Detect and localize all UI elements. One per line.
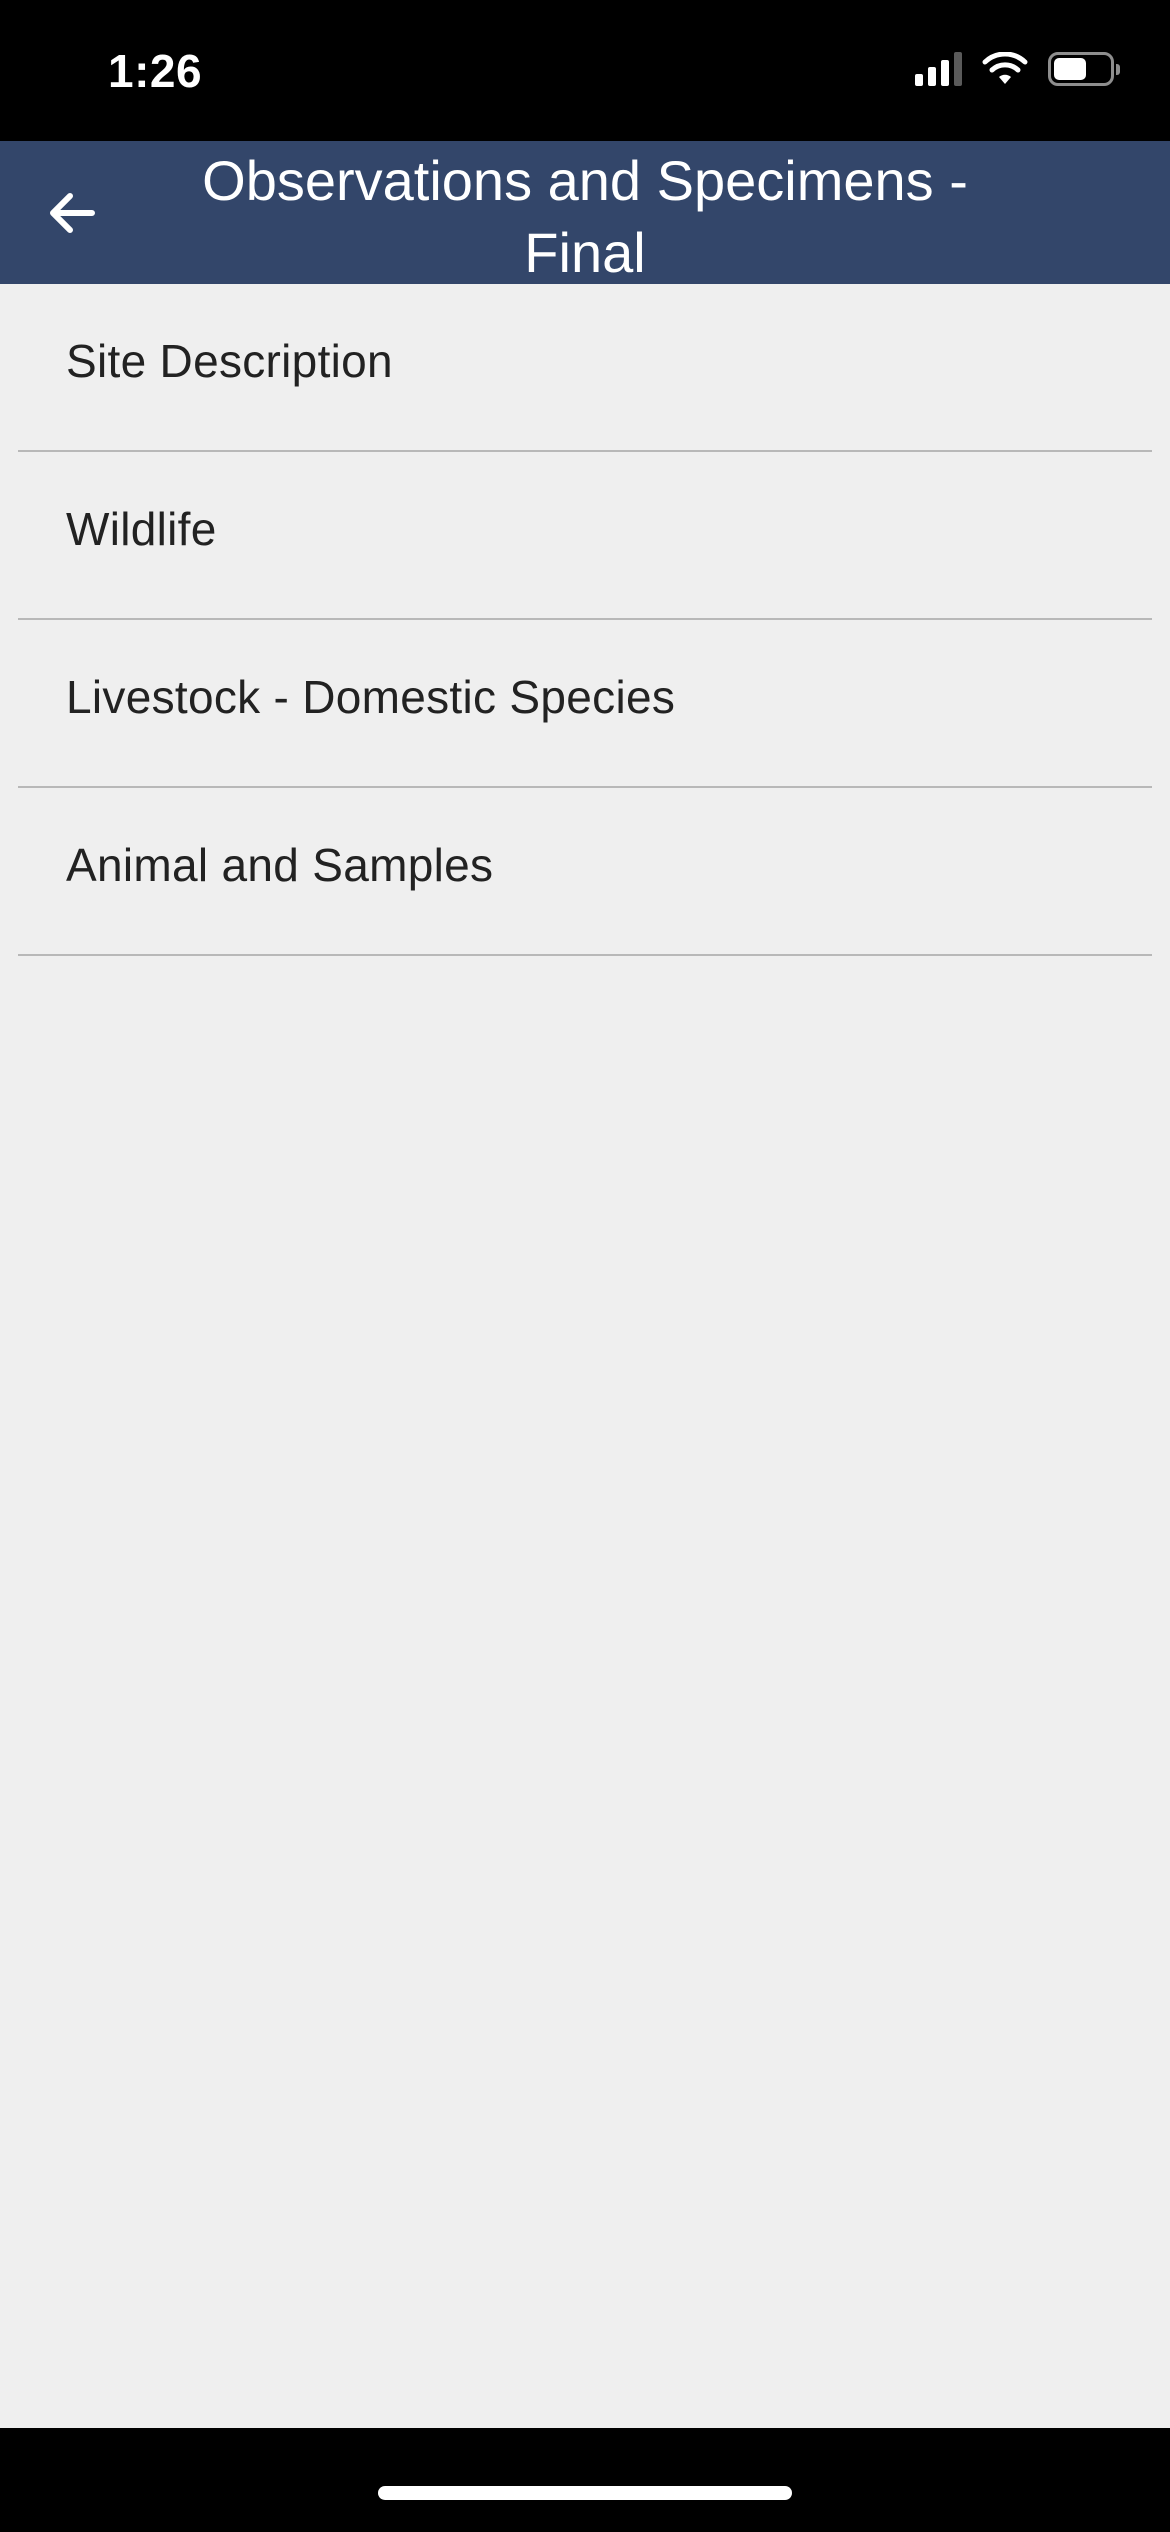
status-time: 1:26 <box>108 45 203 97</box>
section-list: Site Description Wildlife Livestock - Do… <box>0 284 1170 956</box>
home-indicator[interactable] <box>378 2486 792 2500</box>
list-item-livestock[interactable]: Livestock - Domestic Species <box>18 620 1152 788</box>
list-item-label: Animal and Samples <box>66 839 494 891</box>
status-bar: 1:26 <box>0 0 1170 141</box>
list-item-label: Livestock - Domestic Species <box>66 671 676 723</box>
list-item-wildlife[interactable]: Wildlife <box>18 452 1152 620</box>
status-icons <box>915 52 1120 86</box>
app-header: Observations and Specimens - Final <box>0 141 1170 284</box>
list-item-site-description[interactable]: Site Description <box>18 284 1152 452</box>
list-item-label: Site Description <box>66 335 393 387</box>
cellular-signal-icon <box>915 52 962 86</box>
battery-icon <box>1048 52 1120 86</box>
arrow-left-icon <box>50 193 95 233</box>
page-title: Observations and Specimens - Final <box>202 149 968 284</box>
list-item-animal-samples[interactable]: Animal and Samples <box>18 788 1152 956</box>
back-button[interactable] <box>30 171 114 255</box>
list-item-label: Wildlife <box>66 503 217 555</box>
battery-level <box>1054 58 1086 80</box>
app-screen: 1:26 Observations and Specimens - Final … <box>0 0 1170 2532</box>
bottom-bar <box>0 2428 1170 2532</box>
wifi-icon <box>982 52 1028 84</box>
